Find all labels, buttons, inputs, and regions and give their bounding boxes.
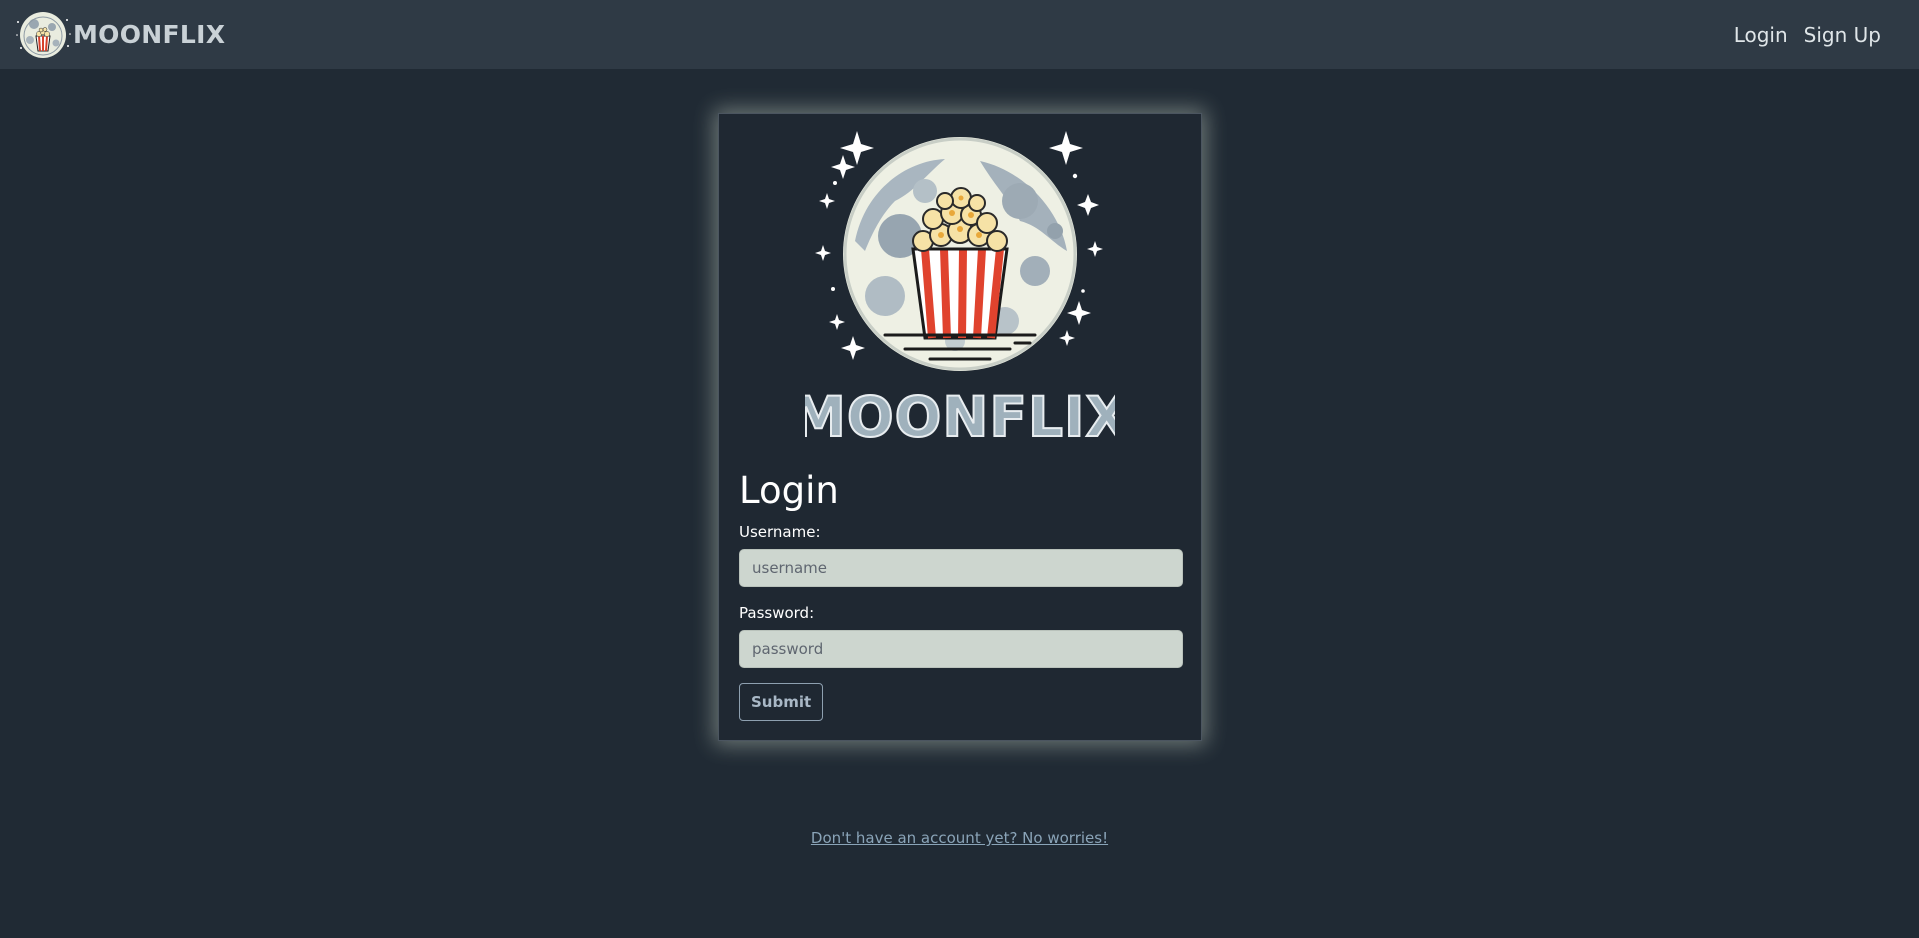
brand-link[interactable]: MOONFLIX: [14, 10, 225, 60]
moonflix-hero-logo: MOONFLIX: [805, 131, 1115, 446]
signup-prompt: Don't have an account yet? No worries!: [0, 829, 1919, 847]
login-title: Login: [739, 469, 839, 512]
username-input[interactable]: [739, 548, 1183, 587]
moonflix-logo-icon: [16, 11, 71, 58]
username-label: Username:: [739, 522, 821, 541]
signup-prompt-link[interactable]: Don't have an account yet? No worries!: [811, 829, 1108, 847]
nav-links: Login Sign Up: [1718, 23, 1881, 47]
nav-login-link[interactable]: Login: [1734, 23, 1788, 47]
submit-button[interactable]: Submit: [739, 682, 824, 721]
nav-signup-link[interactable]: Sign Up: [1804, 23, 1881, 47]
navbar: MOONFLIX Login Sign Up: [0, 0, 1919, 69]
hero-wordmark: MOONFLIX: [805, 385, 1115, 446]
password-label: Password:: [739, 603, 815, 622]
password-input[interactable]: [739, 629, 1183, 668]
brand-name: MOONFLIX: [73, 20, 226, 49]
login-card: MOONFLIX Login Username: Password: Submi…: [718, 113, 1202, 741]
